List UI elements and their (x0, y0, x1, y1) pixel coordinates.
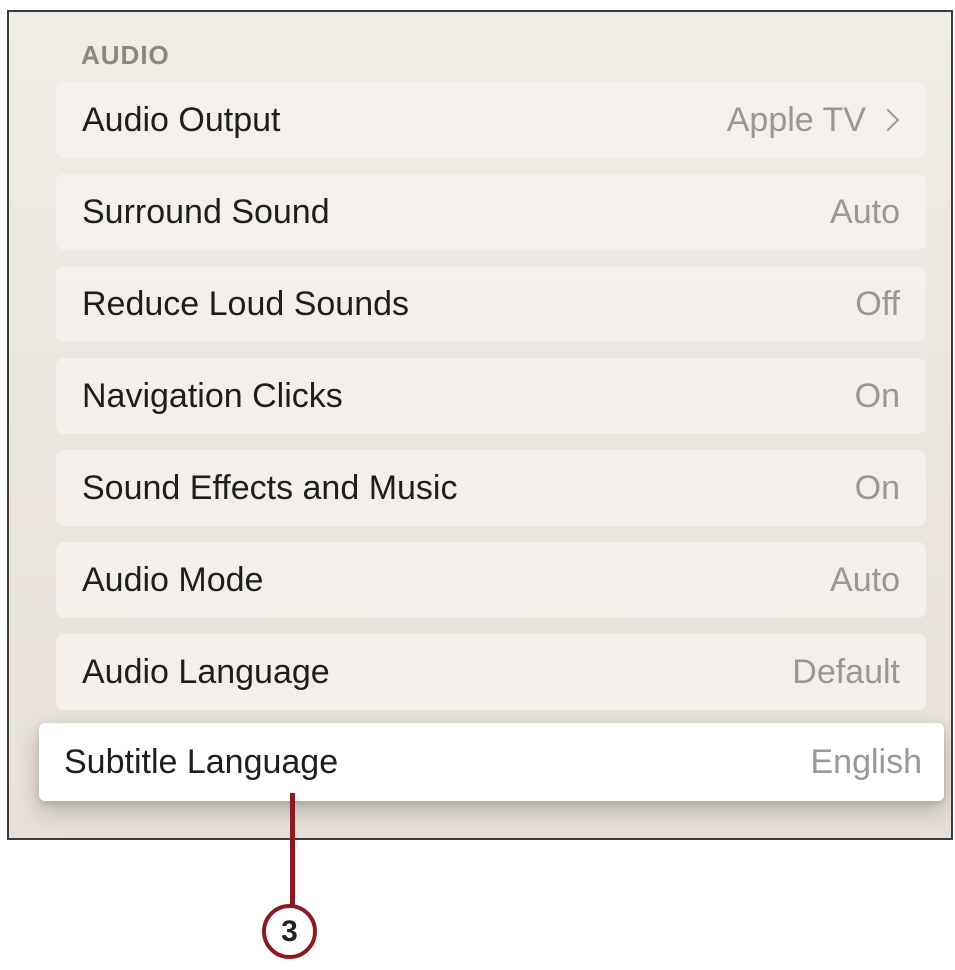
row-label: Reduce Loud Sounds (82, 284, 410, 323)
row-value: Auto (830, 192, 900, 231)
row-label: Surround Sound (82, 192, 330, 231)
row-surround-sound[interactable]: Surround Sound Auto (56, 174, 926, 250)
chevron-right-icon (876, 108, 900, 132)
section-header-audio: AUDIO (81, 40, 170, 70)
row-value: Apple TV (726, 100, 866, 139)
row-label: Audio Output (82, 100, 281, 139)
row-value: On (854, 376, 900, 415)
row-value: Off (855, 284, 900, 323)
row-label: Subtitle Language (64, 742, 339, 781)
settings-screen: AUDIO Audio Output Apple TV Surround Sou… (7, 10, 953, 840)
row-sound-effects-and-music[interactable]: Sound Effects and Music On (56, 450, 926, 526)
row-reduce-loud-sounds[interactable]: Reduce Loud Sounds Off (56, 266, 926, 342)
row-label: Audio Language (82, 652, 330, 691)
callout-number-badge: 3 (262, 904, 317, 959)
row-audio-mode[interactable]: Audio Mode Auto (56, 542, 926, 618)
row-label: Sound Effects and Music (82, 468, 458, 507)
row-value: Auto (830, 560, 900, 599)
row-navigation-clicks[interactable]: Navigation Clicks On (56, 358, 926, 434)
row-value-container: Apple TV (727, 101, 900, 140)
row-label: Navigation Clicks (82, 376, 343, 415)
row-subtitle-language[interactable]: Subtitle Language English (39, 723, 944, 801)
row-label: Audio Mode (82, 560, 264, 599)
callout-line (290, 793, 295, 905)
row-audio-language[interactable]: Audio Language Default (56, 634, 926, 710)
row-value: English (810, 742, 922, 781)
row-value: On (854, 468, 900, 507)
row-value: Default (792, 652, 900, 691)
row-audio-output[interactable]: Audio Output Apple TV (56, 82, 926, 158)
